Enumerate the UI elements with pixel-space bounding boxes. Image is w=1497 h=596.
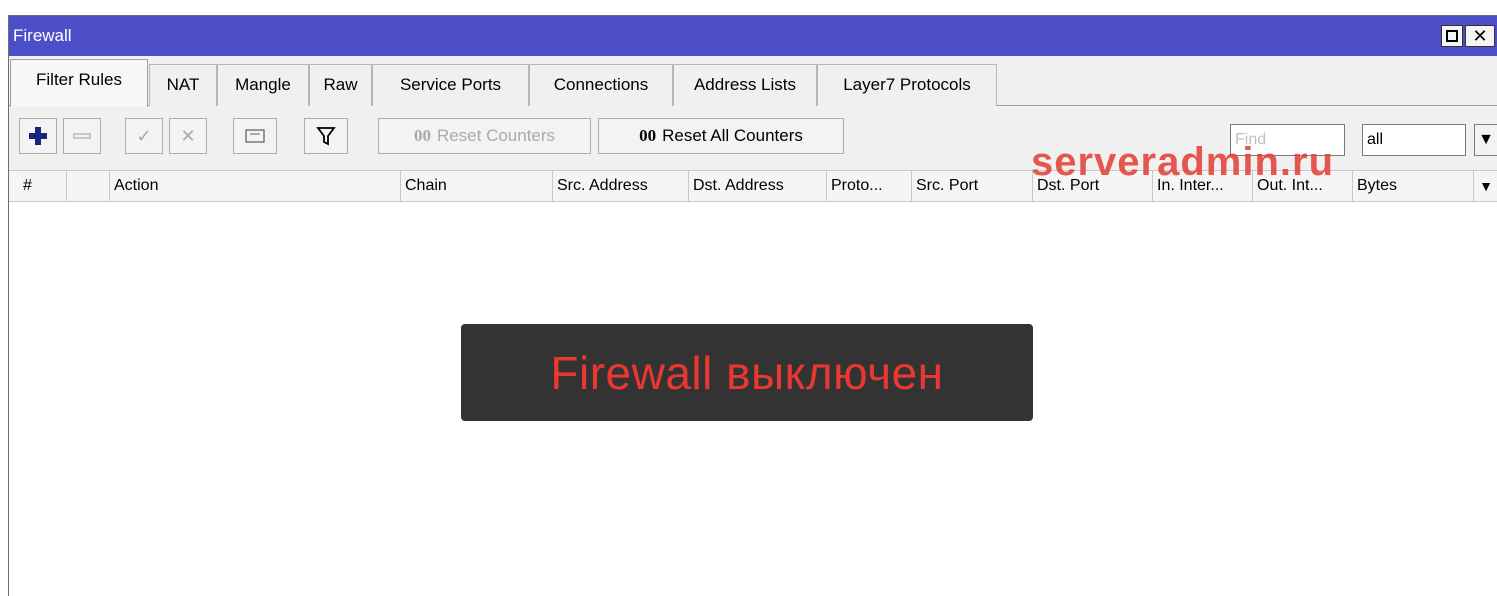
tab-mangle[interactable]: Mangle bbox=[217, 64, 309, 106]
maximize-button[interactable] bbox=[1441, 25, 1463, 47]
title-bar[interactable]: Firewall ✕ bbox=[9, 16, 1497, 56]
comment-button[interactable] bbox=[233, 118, 277, 154]
funnel-icon bbox=[316, 127, 336, 146]
reset-all-counters-label: Reset All Counters bbox=[662, 126, 803, 145]
filter-dropdown-button[interactable]: ▼ bbox=[1474, 124, 1497, 156]
chevron-down-icon: ▼ bbox=[1478, 131, 1494, 148]
watermark: serveradmin.ru bbox=[1031, 140, 1335, 184]
col-chain[interactable]: Chain bbox=[401, 171, 553, 201]
window-title: Firewall bbox=[13, 26, 72, 45]
col-action[interactable]: Action bbox=[110, 171, 401, 201]
tab-service-ports[interactable]: Service Ports bbox=[372, 64, 529, 106]
col-dst-address[interactable]: Dst. Address bbox=[689, 171, 827, 201]
tab-address-lists[interactable]: Address Lists bbox=[673, 64, 817, 106]
add-button[interactable] bbox=[19, 118, 57, 154]
reset-counters-button[interactable]: 00 Reset Counters bbox=[378, 118, 591, 154]
remove-button[interactable] bbox=[63, 118, 101, 154]
col-number[interactable]: # bbox=[9, 171, 67, 201]
columns-menu-button[interactable]: ▼ bbox=[1474, 171, 1497, 201]
tab-filter-rules[interactable]: Filter Rules bbox=[10, 59, 148, 107]
close-button[interactable]: ✕ bbox=[1465, 25, 1495, 47]
disable-button[interactable]: ✕ bbox=[169, 118, 207, 154]
minus-icon bbox=[73, 133, 91, 139]
close-icon: ✕ bbox=[1472, 26, 1488, 46]
cross-icon: ✕ bbox=[180, 125, 196, 146]
counter-icon: 00 bbox=[413, 126, 431, 145]
reset-counters-label: Reset Counters bbox=[436, 126, 556, 145]
reset-all-counters-button[interactable]: 00 Reset All Counters bbox=[598, 118, 844, 154]
banner-text: Firewall выключен bbox=[550, 346, 944, 399]
col-protocol[interactable]: Proto... bbox=[827, 171, 912, 201]
tab-raw[interactable]: Raw bbox=[309, 64, 372, 106]
firewall-window: Firewall ✕ Filter Rules NAT Mangle Raw S… bbox=[8, 15, 1497, 596]
filter-select[interactable]: all bbox=[1362, 124, 1466, 156]
col-src-port[interactable]: Src. Port bbox=[912, 171, 1033, 201]
tab-bar: Filter Rules NAT Mangle Raw Service Port… bbox=[9, 56, 1497, 107]
chevron-down-icon: ▼ bbox=[1479, 178, 1493, 194]
counter-all-icon: 00 bbox=[639, 126, 657, 145]
tab-connections[interactable]: Connections bbox=[529, 64, 673, 106]
filter-button[interactable] bbox=[304, 118, 348, 154]
col-bytes[interactable]: Bytes bbox=[1353, 171, 1474, 201]
col-flags[interactable] bbox=[67, 171, 110, 201]
status-banner: Firewall выключен bbox=[461, 324, 1033, 421]
tab-layer7-protocols[interactable]: Layer7 Protocols bbox=[817, 64, 997, 106]
col-src-address[interactable]: Src. Address bbox=[553, 171, 689, 201]
plus-icon bbox=[29, 127, 47, 145]
tab-nat[interactable]: NAT bbox=[149, 64, 217, 106]
check-icon: ✓ bbox=[136, 125, 152, 146]
comment-icon bbox=[245, 129, 265, 143]
enable-button[interactable]: ✓ bbox=[125, 118, 163, 154]
maximize-icon bbox=[1446, 30, 1458, 42]
